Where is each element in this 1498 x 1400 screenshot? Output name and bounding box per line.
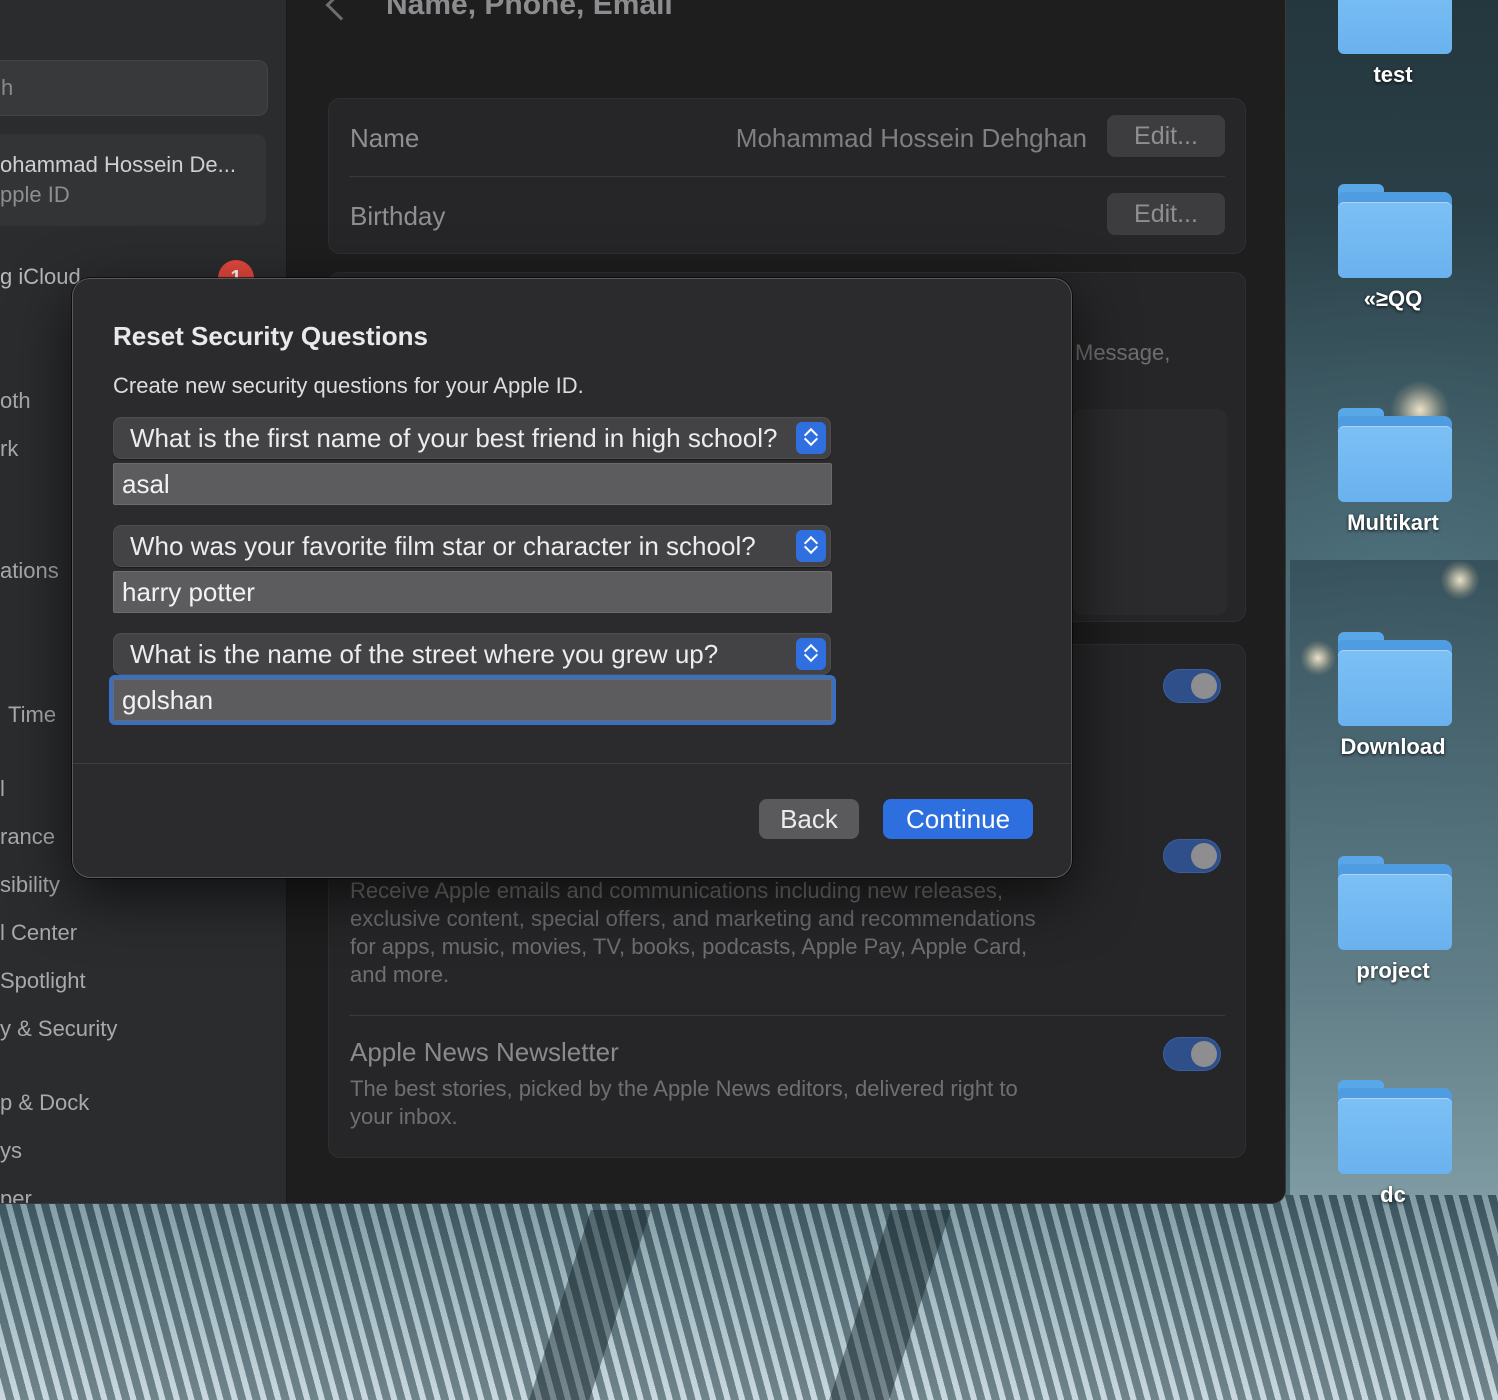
newsletter-toggle[interactable] — [1163, 1037, 1221, 1071]
chevron-up-down-icon — [796, 530, 826, 562]
back-chevron-icon[interactable] — [325, 0, 357, 21]
sidebar-search-input[interactable]: h — [0, 60, 268, 116]
sidebar-item-network[interactable]: rk — [0, 436, 18, 462]
folder-icon — [1334, 856, 1452, 950]
question-2-text: Who was your favorite film star or chara… — [130, 531, 756, 561]
name-value: Mohammad Hossein Dehghan — [735, 123, 1087, 153]
folder-label: Download — [1340, 734, 1446, 759]
name-birthday-group: Name Mohammad Hossein Dehghan Edit... Bi… — [328, 98, 1246, 254]
question-3-select[interactable]: What is the name of the street where you… — [113, 633, 831, 675]
question-1-select[interactable]: What is the first name of your best frie… — [113, 417, 831, 459]
answer-1-field[interactable] — [113, 463, 832, 505]
sidebar-item-icloud[interactable]: g iCloud — [0, 264, 81, 290]
sidebar-item-bluetooth[interactable]: oth — [0, 388, 31, 414]
folder-icon — [1334, 632, 1452, 726]
newsletter-title: Apple News Newsletter — [350, 1037, 619, 1067]
desktop-folder-qq[interactable]: «≥QQ — [1323, 184, 1463, 312]
desktop-folder-test[interactable]: test — [1323, 0, 1463, 88]
sidebar-item-screen-time[interactable]: Time — [8, 702, 56, 728]
folder-icon — [1334, 408, 1452, 502]
desktop-folder-project[interactable]: project — [1323, 856, 1463, 984]
sidebar-item-control-center[interactable]: l Center — [0, 920, 77, 946]
inner-panel — [1073, 409, 1227, 615]
question-3-text: What is the name of the street where you… — [130, 639, 719, 669]
name-label: Name — [350, 123, 420, 153]
folder-label: «≥QQ — [1363, 286, 1423, 311]
sidebar-item-appearance[interactable]: rance — [0, 824, 55, 850]
page-title: Name, Phone, Email — [386, 0, 673, 21]
sidebar-item-displays[interactable]: ys — [0, 1138, 22, 1164]
desktop-folder-download[interactable]: Download — [1323, 632, 1463, 760]
sidebar-item-general[interactable]: l — [0, 776, 5, 802]
folder-icon — [1334, 184, 1452, 278]
wallpaper-light — [1440, 560, 1480, 600]
desktop-folder-multikart[interactable]: Multikart — [1323, 408, 1463, 536]
desktop-folder-dc[interactable]: dc — [1323, 1080, 1463, 1208]
sidebar-item-accessibility[interactable]: sibility — [0, 872, 60, 898]
edit-name-button[interactable]: Edit... — [1107, 115, 1225, 157]
back-button[interactable]: Back — [759, 799, 859, 839]
dialog-title: Reset Security Questions — [113, 321, 428, 351]
folder-label: dc — [1380, 1182, 1406, 1207]
dialog-divider — [73, 763, 1071, 764]
continue-button[interactable]: Continue — [883, 799, 1033, 839]
folder-label: test — [1373, 62, 1413, 87]
chevron-up-down-icon — [796, 638, 826, 670]
question-1-text: What is the first name of your best frie… — [130, 423, 778, 453]
dialog-subtitle: Create new security questions for your A… — [113, 373, 584, 398]
folder-label: project — [1356, 958, 1430, 983]
account-subtitle: pple ID — [0, 182, 70, 207]
folder-label: Multikart — [1347, 510, 1439, 535]
announcements-toggle[interactable] — [1163, 839, 1221, 873]
question-2-select[interactable]: Who was your favorite film star or chara… — [113, 525, 831, 567]
reset-security-questions-dialog: Reset Security Questions Create new secu… — [72, 278, 1072, 878]
folder-icon — [1334, 1080, 1452, 1174]
answer-3-field[interactable] — [109, 675, 836, 725]
chevron-up-down-icon — [796, 422, 826, 454]
edit-birthday-button[interactable]: Edit... — [1107, 193, 1225, 235]
sidebar-item-spotlight[interactable]: Spotlight — [0, 968, 86, 994]
toggle-switch[interactable] — [1163, 669, 1221, 703]
row-divider — [349, 176, 1225, 177]
announcements-description: Receive Apple emails and communications … — [350, 878, 1036, 987]
folder-icon — [1334, 0, 1452, 54]
message-fragment: Message, — [1075, 340, 1171, 365]
wallpaper-snow — [0, 1195, 1498, 1400]
sidebar-item-privacy-security[interactable]: y & Security — [0, 1016, 117, 1042]
sidebar-item-desktop-dock[interactable]: p & Dock — [0, 1090, 89, 1116]
answer-2-field[interactable] — [113, 571, 832, 613]
account-name: ohammad Hossein De... — [0, 152, 236, 177]
row-divider — [349, 1015, 1225, 1016]
account-card[interactable] — [0, 134, 266, 226]
birthday-label: Birthday — [350, 201, 446, 231]
newsletter-description: The best stories, picked by the Apple Ne… — [350, 1076, 1018, 1129]
sidebar-item-wallpaper[interactable]: per — [0, 1186, 32, 1203]
sidebar-item-notifications[interactable]: ations — [0, 558, 59, 584]
